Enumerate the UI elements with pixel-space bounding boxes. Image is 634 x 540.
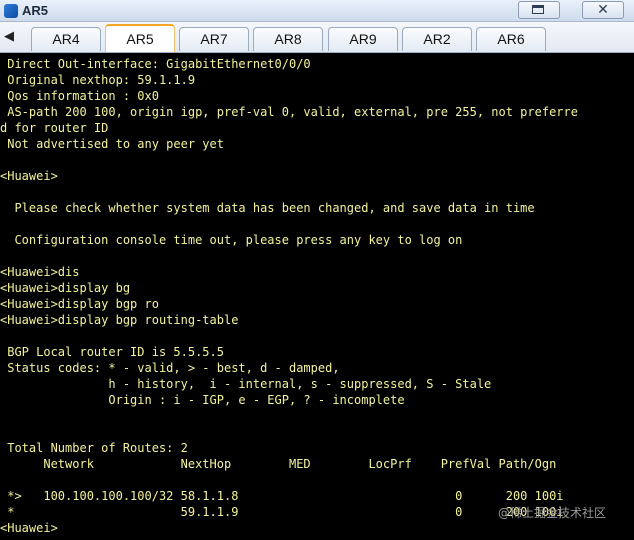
- terminal-command: <Huawei>display bgp ro: [0, 297, 159, 311]
- app-icon: [4, 4, 18, 18]
- close-icon: ✕: [597, 2, 609, 18]
- tab-ar7[interactable]: AR7: [179, 27, 249, 51]
- routing-table-row: * 59.1.1.9 0 200 100i: [0, 505, 564, 519]
- terminal-line: Configuration console time out, please p…: [0, 233, 463, 247]
- tab-ar9[interactable]: AR9: [328, 27, 398, 51]
- terminal-command: <Huawei>dis: [0, 265, 80, 279]
- routing-table-row: *> 100.100.100.100/32 58.1.1.8 0 200 100…: [0, 489, 564, 503]
- terminal-line: AS-path 200 100, origin igp, pref-val 0,…: [0, 105, 578, 119]
- tab-ar2[interactable]: AR2: [402, 27, 472, 51]
- tab-ar8[interactable]: AR8: [253, 27, 323, 51]
- terminal-line: Please check whether system data has bee…: [0, 201, 535, 215]
- terminal-line: d for router ID: [0, 121, 109, 135]
- terminal-console[interactable]: Direct Out-interface: GigabitEthernet0/0…: [0, 53, 634, 540]
- terminal-command: <Huawei>display bgp routing-table: [0, 313, 239, 327]
- terminal-line: Total Number of Routes: 2: [0, 441, 188, 455]
- terminal-line: h - history, i - internal, s - suppresse…: [0, 377, 492, 391]
- terminal-line: Origin : i - IGP, e - EGP, ? - incomplet…: [0, 393, 405, 407]
- restore-button[interactable]: [518, 1, 560, 19]
- terminal-line: Not advertised to any peer yet: [0, 137, 224, 151]
- scroll-left-icon[interactable]: ◀: [0, 24, 18, 50]
- terminal-prompt: <Huawei>: [0, 521, 58, 535]
- terminal-line: BGP Local router ID is 5.5.5.5: [0, 345, 224, 359]
- title-bar: AR5 ✕: [0, 0, 634, 22]
- close-button[interactable]: ✕: [582, 1, 624, 19]
- restore-icon: [532, 5, 544, 14]
- tab-bar: ◀ AR4 AR5 AR7 AR8 AR9 AR2 AR6: [0, 22, 634, 53]
- tab-ar5[interactable]: AR5: [105, 24, 175, 52]
- terminal-line: Direct Out-interface: GigabitEthernet0/0…: [0, 57, 311, 71]
- watermark: @稀土掘金技术社区: [498, 506, 607, 520]
- tab-ar4[interactable]: AR4: [31, 27, 101, 51]
- routing-table-header: Network NextHop MED LocPrf PrefVal Path/…: [0, 457, 557, 471]
- terminal-line: Original nexthop: 59.1.1.9: [0, 73, 196, 87]
- terminal-prompt: <Huawei>: [0, 169, 58, 183]
- terminal-window: AR5 ✕ ◀ AR4 AR5 AR7 AR8 AR9 AR2 AR6 Dire…: [0, 0, 634, 540]
- terminal-line: Status codes: * - valid, > - best, d - d…: [0, 361, 340, 375]
- window-title: AR5: [22, 3, 49, 18]
- terminal-line: Qos information : 0x0: [0, 89, 159, 103]
- tab-ar6[interactable]: AR6: [476, 27, 546, 51]
- terminal-command: <Huawei>display bg: [0, 281, 131, 295]
